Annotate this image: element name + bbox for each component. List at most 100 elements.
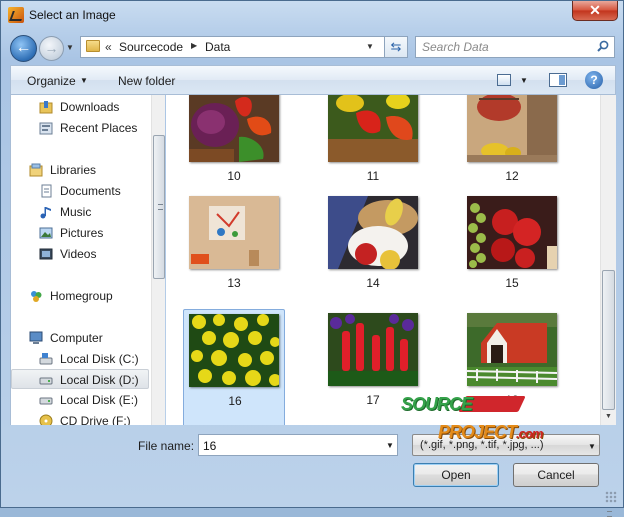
file-type-dropdown-icon[interactable]: ▼	[588, 442, 596, 451]
image-thumbnail	[467, 313, 557, 386]
image-thumbnail	[328, 313, 418, 386]
breadcrumb-data[interactable]: Data	[205, 40, 230, 54]
search-input[interactable]	[422, 39, 592, 55]
file-name-label: File name:	[138, 439, 195, 453]
nav-item-label: Recent Places	[60, 121, 138, 135]
file-name-label: 12	[505, 169, 519, 183]
breadcrumb-sourcecode[interactable]: Sourcecode	[119, 40, 183, 54]
nav-item-label: CD Drive (F:)	[60, 414, 131, 425]
file-thumbnail-17[interactable]: 17	[322, 311, 424, 425]
documents-icon	[41, 184, 52, 198]
homegroup-icon	[31, 291, 42, 302]
nav-item-label: Pictures	[60, 226, 104, 240]
image-thumbnail	[189, 196, 279, 269]
select-image-dialog: Select an Image ✕ ← → ▼ « Sourcecode ▶ D…	[0, 0, 624, 517]
file-name-dropdown-icon[interactable]: ▼	[386, 441, 394, 450]
scrollbar-thumb[interactable]	[153, 135, 165, 279]
image-thumbnail	[328, 196, 418, 269]
cancel-button[interactable]: Cancel	[513, 463, 599, 487]
nav-item-libraries[interactable]: Libraries	[11, 160, 151, 180]
downloads-folder-icon	[39, 101, 53, 114]
file-name-label: 16	[228, 394, 242, 408]
file-list: 10 11 12 13 14 15 16 17 18	[166, 95, 600, 425]
refresh-icon: ⇆	[390, 39, 402, 54]
nav-item-label: Libraries	[50, 163, 97, 177]
refresh-button[interactable]: ⇆	[384, 36, 408, 58]
back-arrow-icon: ←	[15, 39, 32, 56]
nav-item-label: Downloads	[60, 100, 120, 114]
window-title: Select an Image	[29, 8, 116, 22]
scrollbar-thumb[interactable]	[602, 270, 615, 517]
file-thumbnail-13[interactable]: 13	[183, 196, 285, 314]
nav-item-recent-places[interactable]: Recent Places	[11, 118, 151, 138]
file-type-select[interactable]: (*.gif, *.png, *.tif, *.jpg, ...) ▼	[412, 434, 600, 456]
nav-item-downloads[interactable]: Downloads	[11, 97, 151, 117]
image-thumbnail	[189, 95, 279, 162]
scroll-down-arrow-icon[interactable]: ▼	[605, 413, 612, 420]
nav-item-music[interactable]: Music	[11, 202, 151, 222]
title-bar[interactable]: Select an Image ✕	[1, 1, 623, 31]
file-list-scrollbar[interactable]: ▼	[600, 95, 616, 517]
file-name-label: 10	[227, 169, 241, 183]
file-thumbnail-18[interactable]: 18	[461, 311, 563, 425]
command-bar: Organize ▼ New folder ▼ ?	[10, 65, 616, 95]
local-disk-icon	[39, 353, 53, 365]
image-thumbnail	[189, 314, 279, 387]
file-name-label: 13	[227, 276, 241, 290]
back-button[interactable]: ←	[10, 35, 37, 62]
open-button[interactable]: Open	[413, 463, 499, 487]
nav-item-local-disk-c[interactable]: Local Disk (C:)	[11, 349, 151, 369]
nav-item-label: Computer	[50, 331, 103, 345]
file-thumbnail-11[interactable]: 11	[322, 95, 424, 207]
file-thumbnail-14[interactable]: 14	[322, 196, 424, 314]
nav-item-local-disk-d[interactable]: Local Disk (D:)	[11, 369, 149, 389]
close-button[interactable]: ✕	[572, 1, 618, 21]
file-thumbnail-12[interactable]: 12	[461, 95, 563, 207]
videos-icon	[39, 248, 53, 260]
nav-item-label: Local Disk (D:)	[60, 373, 139, 387]
file-name-label: 11	[366, 169, 380, 183]
preview-pane-icon[interactable]	[549, 73, 567, 87]
nav-item-videos[interactable]: Videos	[11, 244, 151, 264]
address-dropdown-icon[interactable]: ▼	[366, 42, 374, 51]
file-name-input[interactable]	[203, 438, 373, 453]
file-name-label: 15	[505, 276, 519, 290]
nav-item-homegroup[interactable]: Homegroup	[11, 286, 151, 306]
forward-button[interactable]: →	[39, 36, 64, 61]
navigation-pane-scrollbar[interactable]	[151, 95, 165, 425]
breadcrumb-overflow[interactable]: «	[105, 40, 112, 54]
help-icon[interactable]: ?	[585, 71, 603, 89]
search-box[interactable]	[415, 36, 615, 58]
file-thumbnail-10[interactable]: 10	[183, 95, 285, 207]
organize-menu[interactable]: Organize	[27, 74, 76, 88]
search-icon[interactable]	[597, 40, 609, 52]
view-options-caret-icon[interactable]: ▼	[520, 76, 528, 85]
nav-item-label: Homegroup	[50, 289, 113, 303]
nav-item-cd-drive-f[interactable]: CD Drive (F:)	[11, 411, 151, 425]
nav-item-label: Documents	[60, 184, 121, 198]
nav-item-pictures[interactable]: Pictures	[11, 223, 151, 243]
change-view-icon[interactable]	[497, 74, 511, 86]
nav-item-computer[interactable]: Computer	[11, 328, 151, 348]
organize-caret-icon[interactable]: ▼	[80, 76, 88, 85]
nav-item-documents[interactable]: Documents	[11, 181, 151, 201]
pictures-icon	[39, 227, 53, 239]
nav-item-local-disk-e[interactable]: Local Disk (E:)	[11, 390, 151, 410]
file-thumbnail-15[interactable]: 15	[461, 196, 563, 314]
file-type-value: (*.gif, *.png, *.tif, *.jpg, ...)	[420, 439, 544, 451]
nav-item-label: Local Disk (C:)	[60, 352, 139, 366]
file-name-label: 18	[505, 393, 519, 407]
file-thumbnail-16[interactable]: 16	[183, 309, 285, 425]
recent-locations-dropdown[interactable]: ▼	[66, 43, 74, 52]
breadcrumb-separator-icon[interactable]: ▶	[191, 41, 197, 50]
file-name-label: 17	[366, 393, 380, 407]
file-name-combobox[interactable]: ▼	[198, 434, 398, 456]
address-bar[interactable]: « Sourcecode ▶ Data ▼	[80, 36, 408, 58]
folder-icon	[86, 40, 100, 52]
resize-grip[interactable]	[605, 491, 617, 503]
computer-icon	[29, 331, 43, 344]
libraries-icon	[29, 163, 43, 177]
local-disk-icon	[39, 397, 53, 405]
nav-item-label: Videos	[60, 247, 97, 261]
new-folder-button[interactable]: New folder	[118, 74, 175, 88]
